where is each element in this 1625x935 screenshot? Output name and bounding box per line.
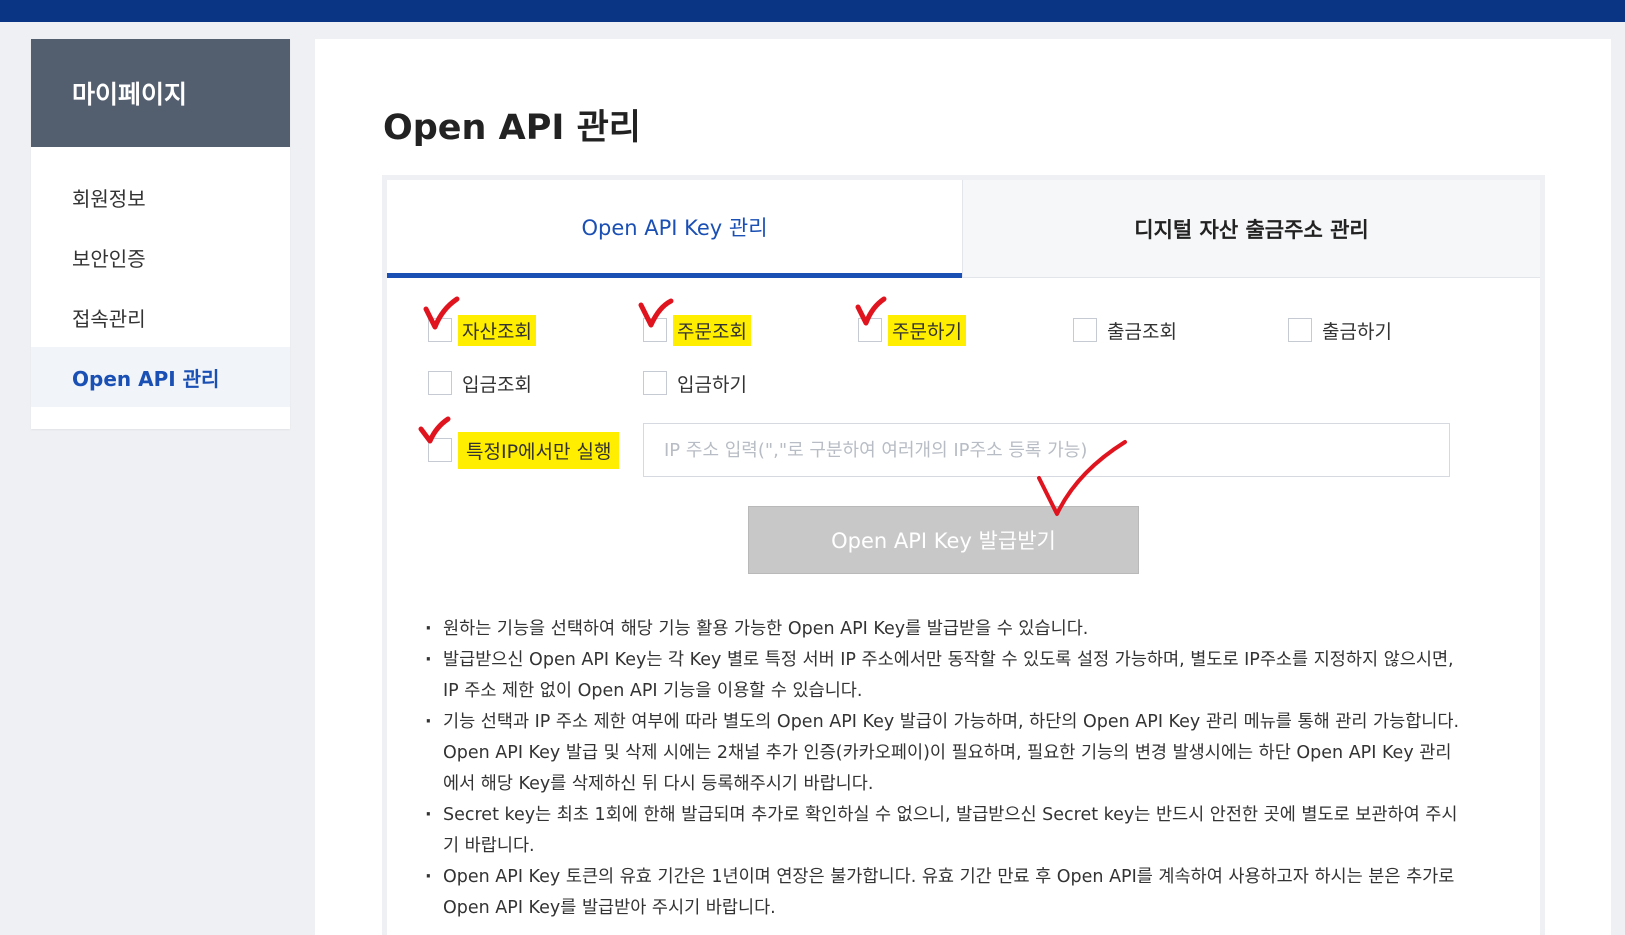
sidebar-item-member-info[interactable]: 회원정보 [31,167,290,227]
tab-withdrawal-address[interactable]: 디지털 자산 출금주소 관리 [962,180,1540,278]
notice-list: 원하는 기능을 선택하여 해당 기능 활용 가능한 Open API Key를 … [425,614,1465,924]
permission-deposit-inquiry: 입금조회 [428,368,532,398]
sidebar-item-open-api[interactable]: Open API 관리 [31,347,290,407]
permission-place-order: 주문하기 [855,296,966,346]
notice-item: 발급받으신 Open API Key는 각 Key 별로 특정 서버 IP 주소… [425,645,1465,707]
page-title: Open API 관리 [383,108,641,148]
permission-label: 출금하기 [1322,320,1392,343]
ip-address-input[interactable] [643,423,1450,477]
permission-label: 입금조회 [462,373,532,396]
api-panel: Open API Key 관리 디지털 자산 출금주소 관리 자산조회 주문조회… [382,175,1545,935]
main-content: Open API 관리 Open API Key 관리 디지털 자산 출금주소 … [315,39,1611,935]
notice-item: 기능 선택과 IP 주소 제한 여부에 따라 별도의 Open API Key … [425,707,1465,800]
checkbox-deposit-inquiry[interactable] [428,371,452,395]
tab-open-api-key[interactable]: Open API Key 관리 [387,180,962,278]
permission-asset-inquiry: 자산조회 [423,296,536,346]
sidebar-item-access-management[interactable]: 접속관리 [31,287,290,347]
permission-withdraw: 출금하기 [1288,315,1392,345]
sidebar-item-security-auth[interactable]: 보안인증 [31,227,290,287]
ip-restrict-label: 특정IP에서만 실행 [458,431,620,469]
notice-item: 원하는 기능을 선택하여 해당 기능 활용 가능한 Open API Key를 … [425,614,1465,645]
checkbox-withdraw[interactable] [1288,318,1312,342]
notice-item: Secret key는 최초 1회에 한해 발급되며 추가로 확인하실 수 없으… [425,800,1465,862]
checkbox-place-order[interactable] [858,318,882,342]
notice-item: Open API Key 토큰의 유효 기간은 1년이며 연장은 불가합니다. … [425,862,1465,924]
checkbox-withdrawal-inquiry[interactable] [1073,318,1097,342]
ip-restrict-option: 특정IP에서만 실행 [418,416,620,469]
sidebar-menu: 회원정보 보안인증 접속관리 Open API 관리 [31,147,290,407]
sidebar-title: 마이페이지 [31,39,290,147]
permission-label: 자산조회 [458,314,536,346]
permission-label: 입금하기 [677,373,747,396]
permission-label: 주문하기 [888,314,966,346]
tab-bar: Open API Key 관리 디지털 자산 출금주소 관리 [387,180,1540,278]
checkbox-ip-restrict[interactable] [428,438,452,462]
sidebar: 마이페이지 회원정보 보안인증 접속관리 Open API 관리 [31,39,290,429]
permission-order-inquiry: 주문조회 [638,298,751,346]
permission-deposit: 입금하기 [643,368,747,398]
checkbox-order-inquiry[interactable] [643,318,667,342]
checkbox-asset-inquiry[interactable] [428,318,452,342]
issue-api-key-button[interactable]: Open API Key 발급받기 [748,506,1139,574]
top-navigation-bar [0,0,1625,22]
permission-label: 주문조회 [673,314,751,346]
permission-withdrawal-inquiry: 출금조회 [1073,315,1177,345]
checkbox-deposit[interactable] [643,371,667,395]
permission-label: 출금조회 [1107,320,1177,343]
